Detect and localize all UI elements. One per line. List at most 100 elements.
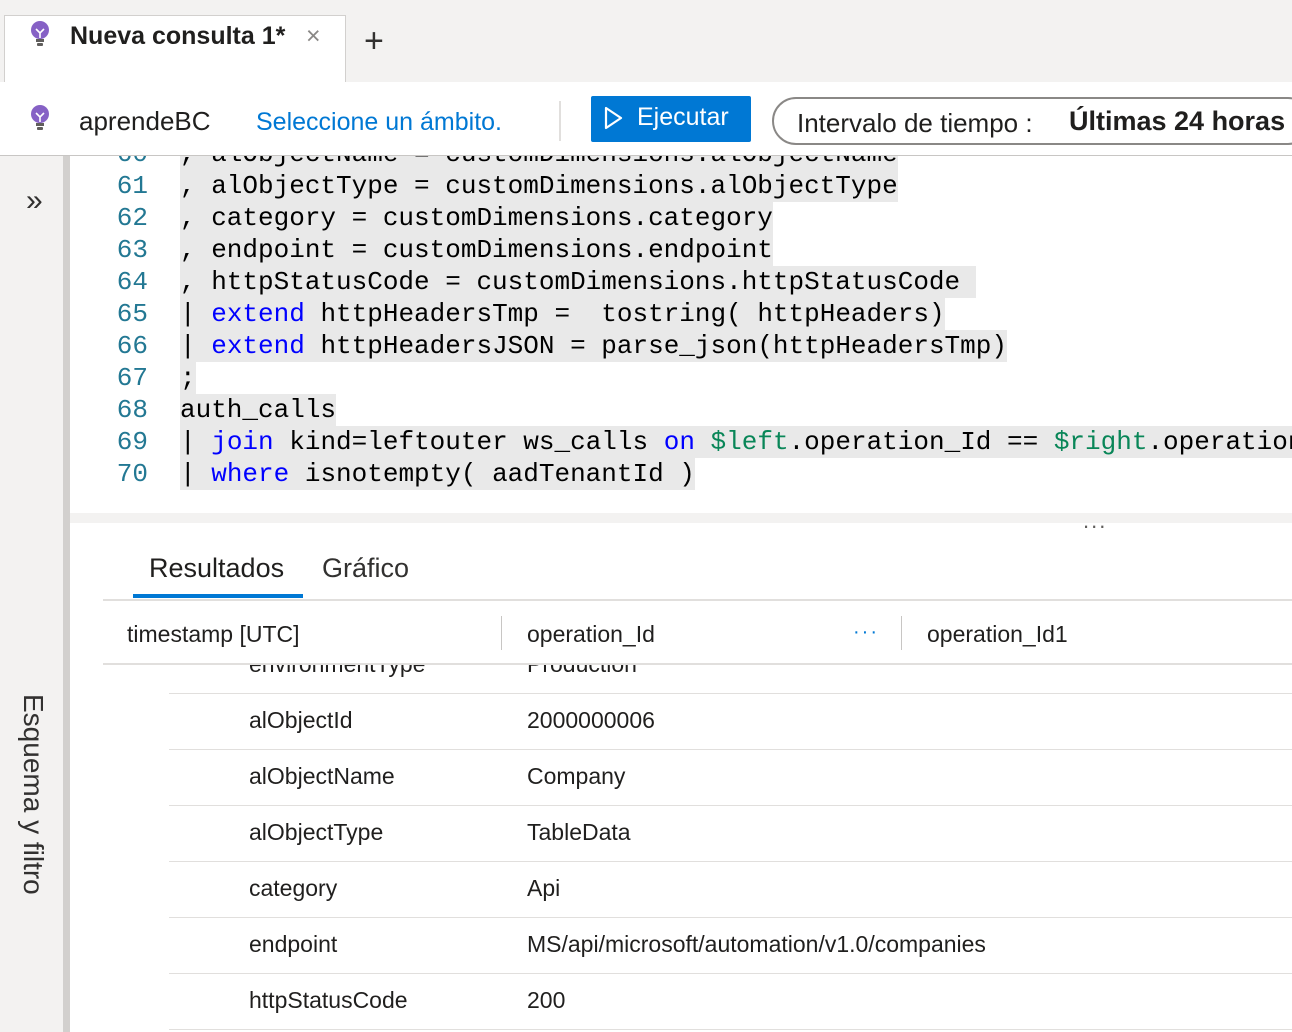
code-keyword: extend xyxy=(211,299,305,329)
code-variable: $right xyxy=(1053,427,1148,457)
code-text[interactable]: auth_calls xyxy=(180,394,337,426)
results-tab-divider xyxy=(103,599,1292,601)
detail-key: alObjectType xyxy=(249,819,384,845)
run-button-label[interactable]: Ejecutar xyxy=(637,103,729,132)
detail-value: Production xyxy=(527,665,637,678)
line-number: 67 xyxy=(116,363,148,393)
lightbulb-icon xyxy=(31,105,49,130)
code-token: | xyxy=(180,427,212,457)
detail-key: alObjectName xyxy=(249,763,395,789)
code-line[interactable]: 64 , httpStatusCode = customDimensions.ht… xyxy=(70,266,1292,298)
detail-row: environmentType Production xyxy=(169,665,1292,694)
code-line[interactable]: 61 , alObjectType = customDimensions.alOb… xyxy=(70,170,1292,202)
column-divider[interactable] xyxy=(501,616,502,650)
detail-value: TableData xyxy=(527,819,631,845)
detail-row: category Api xyxy=(169,863,1292,918)
code-text[interactable]: ; xyxy=(180,362,196,394)
column-menu-icon[interactable]: ··· xyxy=(853,621,879,644)
code-keyword: extend xyxy=(211,331,305,361)
code-token: ; xyxy=(180,363,196,393)
line-number: 62 xyxy=(116,203,148,233)
code-line[interactable]: 70 | where isnotempty( aadTenantId ) xyxy=(70,458,1292,490)
code-token: auth_calls xyxy=(180,395,337,425)
code-token: .operation_Id xyxy=(1147,427,1292,457)
add-tab-icon[interactable]: + xyxy=(364,24,384,58)
column-header-operation-id[interactable]: operation_Id xyxy=(527,621,655,648)
code-line[interactable]: 69 | join kind=leftouter ws_calls on $lef… xyxy=(70,426,1292,458)
schema-filter-label[interactable]: Esquema y filtro xyxy=(17,694,49,895)
line-number: 70 xyxy=(116,459,148,489)
code-token: | xyxy=(180,459,212,489)
record-detail-table: environmentType Production alObjectId 20000… xyxy=(103,665,1292,1032)
code-line[interactable]: 62 , category = customDimensions.category xyxy=(70,202,1292,234)
time-range-label[interactable]: Intervalo de tiempo : xyxy=(797,108,1033,139)
code-token: | xyxy=(180,299,212,329)
code-text[interactable]: , httpStatusCode = customDimensions.http… xyxy=(180,266,976,298)
more-options-icon[interactable]: ... xyxy=(1083,508,1107,534)
select-scope-link[interactable]: Seleccione un ámbito. xyxy=(256,108,502,137)
code-line[interactable]: 66 | extend httpHeadersJSON = parse_json(… xyxy=(70,330,1292,362)
code-text[interactable]: | extend httpHeadersTmp = tostring( http… xyxy=(180,298,945,330)
time-range-value[interactable]: Últimas 24 horas xyxy=(1069,106,1285,137)
line-number: 68 xyxy=(116,395,148,425)
line-number: 63 xyxy=(116,235,148,265)
line-number: 64 xyxy=(116,267,148,297)
detail-row: httpStatusCode 200 xyxy=(169,975,1292,1030)
code-line[interactable]: 60 , alObjectName = customDimensions.alOb… xyxy=(70,156,1292,170)
code-token: , alObjectName = customDimensions.alObje… xyxy=(180,156,898,169)
detail-key: category xyxy=(249,875,338,901)
workspace-name: aprendeBC xyxy=(79,106,211,136)
column-header-operation-id1[interactable]: operation_Id1 xyxy=(927,621,1068,648)
code-token: , httpStatusCode = customDimensions.http… xyxy=(180,267,976,297)
detail-value: Api xyxy=(527,875,561,901)
code-line[interactable]: 65 | extend httpHeadersTmp = tostring( ht… xyxy=(70,298,1292,330)
code-keyword: join xyxy=(211,427,274,457)
lightbulb-icon xyxy=(31,21,49,46)
tab-chart[interactable]: Gráfico xyxy=(322,553,409,584)
code-token: | xyxy=(180,331,212,361)
code-text[interactable]: | where isnotempty( aadTenantId ) xyxy=(180,458,695,490)
code-text[interactable]: , category = customDimensions.category xyxy=(180,202,773,234)
detail-value: Company xyxy=(527,763,626,789)
code-keyword: where xyxy=(211,459,290,489)
detail-key: httpStatusCode xyxy=(249,987,408,1013)
code-token: httpHeadersJSON = parse_json(httpHeaders… xyxy=(304,331,1007,361)
detail-row: alObjectId 2000000006 xyxy=(169,695,1292,750)
code-token: .operation_Id == xyxy=(788,427,1054,457)
code-text[interactable]: , endpoint = customDimensions.endpoint xyxy=(180,234,773,266)
active-tab-indicator xyxy=(133,594,303,598)
detail-row: alObjectType TableData xyxy=(169,807,1292,862)
code-text[interactable]: | extend httpHeadersJSON = parse_json(ht… xyxy=(180,330,1007,362)
tab-close-icon[interactable]: × xyxy=(306,22,321,51)
detail-key: environmentType xyxy=(249,665,425,678)
code-token: , endpoint = customDimensions.endpoint xyxy=(180,235,773,265)
query-editor[interactable]: 60 , alObjectName = customDimensions.alOb… xyxy=(70,156,1292,513)
line-number: 69 xyxy=(116,427,148,457)
code-token: kind=leftouter ws_calls xyxy=(273,427,664,457)
code-text[interactable]: , alObjectType = customDimensions.alObje… xyxy=(180,170,898,202)
toolbar-divider xyxy=(559,101,561,141)
code-text[interactable]: | join kind=leftouter ws_calls on $left.… xyxy=(180,426,1292,458)
line-number: 66 xyxy=(116,331,148,361)
code-line[interactable]: 68 auth_calls xyxy=(70,394,1292,426)
code-line[interactable]: 63 , endpoint = customDimensions.endpoint xyxy=(70,234,1292,266)
code-keyword: on xyxy=(663,427,695,457)
code-line[interactable]: 67; xyxy=(70,362,1292,394)
code-token: httpHeadersTmp = tostring( httpHeaders) xyxy=(304,299,945,329)
detail-value: 200 xyxy=(527,987,566,1013)
tab-title[interactable]: Nueva consulta 1* xyxy=(70,22,285,51)
editor-resize-bar[interactable] xyxy=(70,513,1292,523)
column-header-timestamp[interactable]: timestamp [UTC] xyxy=(127,621,300,648)
line-number: 61 xyxy=(116,171,148,201)
detail-row: endpoint MS/api/microsoft/automation/v1.0… xyxy=(169,919,1292,974)
expand-pane-icon[interactable]: » xyxy=(26,186,43,216)
code-text[interactable]: , alObjectName = customDimensions.alObje… xyxy=(180,156,898,170)
pane-splitter[interactable] xyxy=(63,156,70,1032)
code-variable: $left xyxy=(710,427,789,457)
column-divider[interactable] xyxy=(901,616,902,650)
schema-filter-pane xyxy=(0,156,63,1032)
code-token: , category = customDimensions.category xyxy=(180,203,773,233)
detail-value: 2000000006 xyxy=(527,707,655,733)
line-number: 60 xyxy=(110,156,148,170)
tab-results[interactable]: Resultados xyxy=(149,553,284,584)
